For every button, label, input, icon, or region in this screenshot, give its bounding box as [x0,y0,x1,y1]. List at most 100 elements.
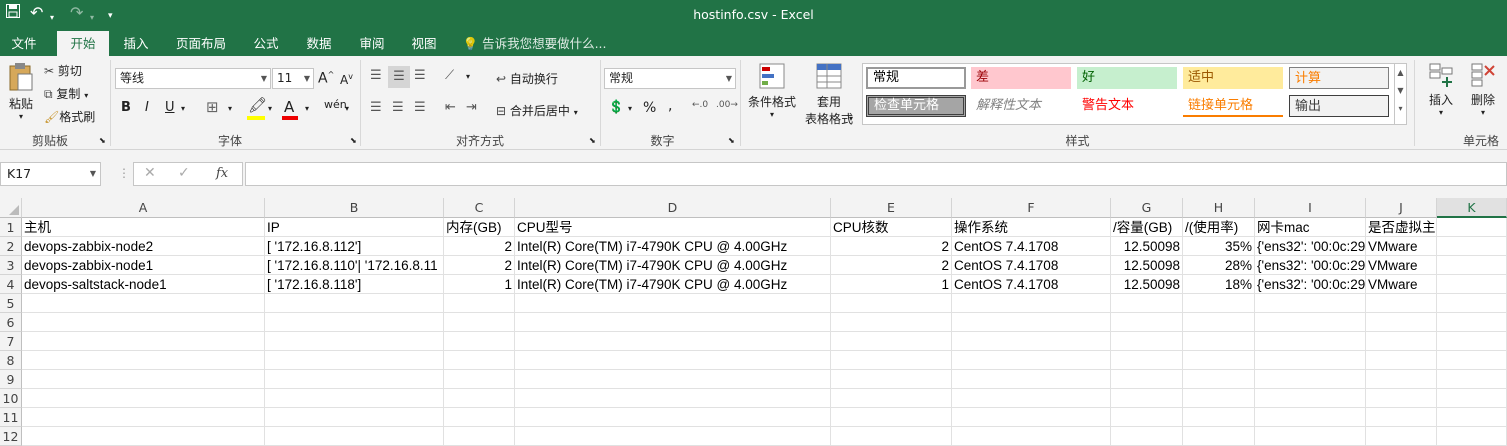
table-cell[interactable] [1255,313,1366,332]
row-header[interactable]: 2 [0,237,22,256]
header-cell[interactable]: CPU型号 [515,218,831,237]
align-right-icon[interactable]: ☰ [414,100,426,115]
table-cell[interactable] [22,332,265,351]
table-cell[interactable]: {'ens32': '00:0c:29 [1255,237,1366,256]
table-cell[interactable] [831,294,952,313]
table-cell[interactable]: VMware [1366,237,1437,256]
tab-home[interactable]: 开始 [57,31,109,56]
table-cell[interactable]: devops-saltstack-node1 [22,275,265,294]
orientation-dropdown-icon[interactable]: ▾ [466,72,470,81]
table-cell[interactable]: 12.50098 [1111,237,1183,256]
row-header[interactable]: 11 [0,408,22,427]
table-cell[interactable] [515,370,831,389]
table-cell[interactable] [831,351,952,370]
table-cell[interactable] [1183,351,1255,370]
accounting-dropdown-icon[interactable]: ▾ [628,104,632,113]
table-cell[interactable]: 35% [1183,237,1255,256]
table-cell[interactable] [444,408,515,427]
table-cell[interactable] [1255,389,1366,408]
table-cell[interactable]: VMware [1366,275,1437,294]
orientation-icon[interactable]: ⟋ [445,68,454,83]
table-cell[interactable] [515,389,831,408]
table-cell[interactable] [1366,389,1437,408]
table-cell[interactable]: 18% [1183,275,1255,294]
style-neutral[interactable]: 适中 [1183,67,1283,89]
column-header-j[interactable]: J [1366,198,1437,218]
row-header[interactable]: 5 [0,294,22,313]
style-normal[interactable]: 常规 [866,67,966,89]
row-header[interactable]: 8 [0,351,22,370]
style-good[interactable]: 好 [1077,67,1177,89]
style-warning[interactable]: 警告文本 [1077,95,1177,117]
conditional-format-button[interactable]: 条件格式 ▾ [745,62,799,119]
table-cell[interactable] [1366,370,1437,389]
table-cell[interactable] [1111,389,1183,408]
style-output[interactable]: 输出 [1289,95,1389,117]
table-cell[interactable] [1366,332,1437,351]
table-cell[interactable]: CentOS 7.4.1708 [952,275,1111,294]
table-cell[interactable]: VMware [1366,256,1437,275]
underline-dropdown-icon[interactable]: ▾ [181,104,185,113]
header-cell[interactable]: 操作系统 [952,218,1111,237]
style-bad[interactable]: 差 [971,67,1071,89]
increase-font-icon[interactable]: A^ [318,70,334,87]
decrease-decimal-icon[interactable]: .00→ [716,100,738,110]
header-cell[interactable]: IP [265,218,444,237]
column-header-h[interactable]: H [1183,198,1255,218]
format-painter-button[interactable]: 🖌格式刷 [44,108,95,125]
align-center-icon[interactable]: ☰ [392,100,404,115]
table-cell[interactable] [22,370,265,389]
table-cell[interactable] [265,313,444,332]
table-cell[interactable] [1111,332,1183,351]
tab-data[interactable]: 数据 [300,31,338,56]
table-cell[interactable]: Intel(R) Core(TM) i7-4790K CPU @ 4.00GHz [515,275,831,294]
header-cell[interactable] [1437,218,1507,237]
align-left-icon[interactable]: ☰ [370,100,382,115]
table-cell[interactable] [1366,408,1437,427]
cancel-icon[interactable]: ✕ [144,165,156,181]
table-cell[interactable] [1437,408,1507,427]
style-check-cell[interactable]: 检查单元格 [866,95,966,117]
table-cell[interactable]: 12.50098 [1111,275,1183,294]
header-cell[interactable]: CPU核数 [831,218,952,237]
table-cell[interactable]: {'ens32': '00:0c:29 [1255,256,1366,275]
table-cell[interactable] [831,389,952,408]
table-cell[interactable] [1437,275,1507,294]
table-cell[interactable]: Intel(R) Core(TM) i7-4790K CPU @ 4.00GHz [515,256,831,275]
table-cell[interactable] [1366,313,1437,332]
column-header-a[interactable]: A [22,198,265,218]
bold-button[interactable]: B [121,100,131,115]
table-cell[interactable] [444,351,515,370]
table-cell[interactable]: [ '172.16.8.110'| '172.16.8.11 [265,256,444,275]
table-cell[interactable]: {'ens32': '00:0c:29 [1255,275,1366,294]
table-cell[interactable] [952,351,1111,370]
select-all-corner[interactable] [0,198,22,218]
table-cell[interactable] [1111,370,1183,389]
tab-page-layout[interactable]: 页面布局 [170,31,232,56]
italic-button[interactable]: I [145,100,149,115]
header-cell[interactable]: 内存(GB) [444,218,515,237]
table-cell[interactable] [1183,294,1255,313]
table-cell[interactable]: 2 [444,256,515,275]
border-icon[interactable]: ⊞ [206,98,219,116]
table-cell[interactable] [265,351,444,370]
table-cell[interactable] [1255,408,1366,427]
formula-input[interactable] [245,162,1507,186]
merge-center-button[interactable]: ⊟ 合并后居中 ▾ [496,102,578,119]
tell-me-box[interactable]: 💡 告诉我您想要做什么... [462,31,607,56]
table-cell[interactable] [1437,294,1507,313]
table-cell[interactable]: 2 [831,256,952,275]
table-cell[interactable] [22,351,265,370]
table-cell[interactable]: CentOS 7.4.1708 [952,237,1111,256]
style-explanatory[interactable]: 解释性文本 [971,95,1071,117]
table-cell[interactable] [1437,370,1507,389]
table-cell[interactable] [444,332,515,351]
table-cell[interactable] [1183,370,1255,389]
table-cell[interactable] [1255,332,1366,351]
table-cell[interactable] [952,332,1111,351]
table-cell[interactable] [831,332,952,351]
table-cell[interactable] [265,408,444,427]
table-cell[interactable] [444,313,515,332]
table-cell[interactable] [952,370,1111,389]
table-cell[interactable] [831,370,952,389]
